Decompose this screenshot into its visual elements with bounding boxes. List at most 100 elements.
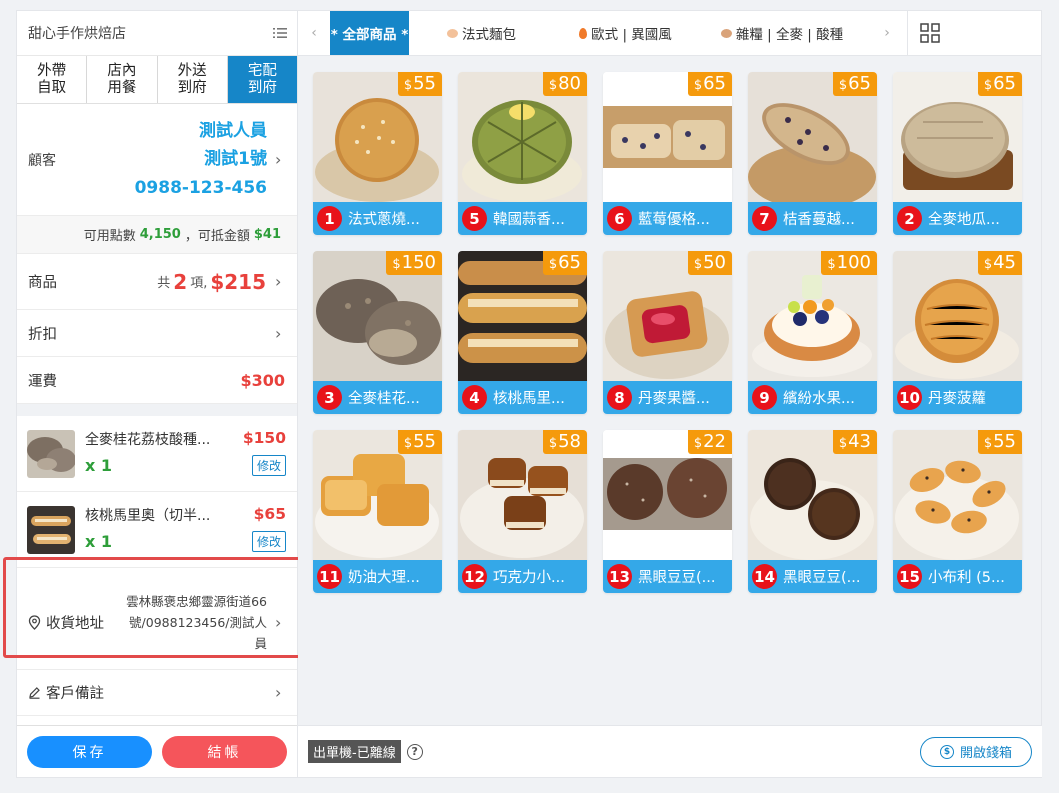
cart-item[interactable]: 全麥桂花荔枝酸種... x 1 $150 修改: [17, 416, 297, 492]
product-price: 45: [993, 252, 1016, 273]
price-tag: $22: [687, 430, 732, 454]
product-price: 55: [413, 73, 436, 94]
product-card[interactable]: $43 14 黑眼豆豆(...: [748, 430, 877, 593]
product-card[interactable]: $55 11 奶油大理...: [313, 430, 442, 593]
cart-item-edit-button[interactable]: 修改: [251, 530, 286, 552]
product-label-bar: 14 黑眼豆豆(...: [748, 560, 877, 593]
cart-item-name: 核桃馬里奧（切半...: [85, 507, 211, 524]
product-card[interactable]: $150 3 全麥桂花...: [313, 251, 442, 414]
customer-name-line2: 測試1號: [204, 148, 267, 169]
section-divider: [17, 404, 297, 416]
price-tag: $45: [977, 251, 1022, 275]
grid-icon: [919, 23, 940, 43]
shipping-label: 運費: [28, 373, 57, 390]
order-type-home-delivery[interactable]: 宅配 到府: [227, 56, 297, 103]
open-cash-drawer-button[interactable]: $ 開啟錢箱: [920, 736, 1032, 767]
product-label-bar: 4 核桃馬里...: [458, 381, 587, 414]
currency-symbol: $: [392, 257, 401, 272]
currency-symbol: $: [548, 78, 558, 93]
product-price: 100: [836, 252, 871, 273]
product-label-bar: 7 桔香蔓越...: [748, 202, 877, 235]
product-name: 丹麥菠蘿: [928, 391, 986, 407]
product-card[interactable]: $22 13 黑眼豆豆(...: [603, 430, 732, 593]
product-name: 法式蔥燒...: [348, 212, 420, 228]
product-card[interactable]: $55 15 小布利 (5...: [893, 430, 1022, 593]
product-card[interactable]: $50 8 丹麥果醬...: [603, 251, 732, 414]
price-tag: $65: [977, 72, 1022, 96]
chevron-right-icon[interactable]: ›: [867, 11, 907, 55]
tab-french-bread[interactable]: 法式麵包: [409, 11, 554, 55]
product-card[interactable]: $65 6 藍莓優格...: [603, 72, 732, 235]
price-tag: $43: [832, 430, 877, 454]
order-type-delivery[interactable]: 外送 到府: [158, 56, 228, 103]
product-label-bar: 9 繽紛水果...: [748, 381, 877, 414]
discount-label: 折扣: [28, 326, 57, 343]
product-number-badge: 10: [897, 385, 922, 410]
product-card[interactable]: $65 2 全麥地瓜...: [893, 72, 1022, 235]
product-name: 繽紛水果...: [783, 391, 855, 407]
tab-grain-sourdough[interactable]: 雜糧 | 全麥 | 酸種: [697, 11, 867, 55]
points-label: 可用點數: [83, 229, 136, 244]
goods-row[interactable]: 商品 共 2 項, $215 ›: [17, 254, 297, 310]
cart-item-thumbnail: [27, 429, 75, 478]
product-price: 150: [401, 252, 436, 273]
tab-label: 法式麵包: [462, 27, 516, 43]
product-label-bar: 3 全麥桂花...: [313, 381, 442, 414]
order-type-selector: 外帶 自取 店內 用餐 外送 到府 宅配 到府: [17, 56, 297, 104]
chevron-right-icon: ›: [275, 323, 282, 343]
product-card[interactable]: $55 1 法式蔥燒...: [313, 72, 442, 235]
price-tag: $65: [832, 72, 877, 96]
price-tag: $150: [386, 251, 442, 275]
customer-row[interactable]: 顧客 測試人員 測試1號 0988-123-456 ›: [17, 104, 297, 216]
chevron-right-icon: ›: [275, 272, 282, 291]
product-card[interactable]: $58 12 巧克力小...: [458, 430, 587, 593]
product-price: 55: [413, 431, 436, 452]
currency-symbol: $: [983, 257, 993, 272]
currency-symbol: $: [838, 436, 848, 451]
tab-all-products[interactable]: * 全部商品 *: [330, 11, 409, 55]
customer-label: 顧客: [28, 152, 56, 169]
shipping-amount: $300: [240, 370, 285, 390]
cart-item[interactable]: 核桃馬里奧（切半... x 1 $65 修改: [17, 492, 297, 568]
checkout-button[interactable]: 結帳: [162, 735, 287, 768]
tab-european-style[interactable]: 歐式 | 異國風: [554, 11, 697, 55]
category-tabs: ‹ * 全部商品 * 法式麵包 歐式 | 異國風 雜糧 | 全麥 | 酸種 ›: [298, 11, 1041, 56]
cart-item-edit-button[interactable]: 修改: [251, 454, 286, 476]
product-name: 全麥桂花...: [348, 391, 420, 407]
grid-view-button[interactable]: [907, 11, 951, 55]
price-tag: $55: [977, 430, 1022, 454]
product-number-badge: 3: [317, 385, 342, 410]
list-icon[interactable]: [273, 27, 287, 39]
order-type-dine-in[interactable]: 店內 用餐: [87, 56, 158, 103]
goods-summary: 共 2 項, $215 ›: [157, 270, 285, 294]
product-name: 桔香蔓越...: [783, 212, 855, 228]
product-number-badge: 4: [462, 385, 487, 410]
tab-label: 雜糧 | 全麥 | 酸種: [735, 27, 844, 43]
save-button[interactable]: 保存: [27, 735, 152, 768]
product-card[interactable]: $100 9 繽紛水果...: [748, 251, 877, 414]
currency-symbol: $: [838, 78, 848, 93]
egg-icon: [720, 28, 732, 38]
price-tag: $58: [542, 430, 587, 454]
address-row[interactable]: 收貨地址 雲林縣褒忠鄉靈源街道66號/0988123456/測試人員 ›: [17, 575, 297, 670]
product-label-bar: 6 藍莓優格...: [603, 202, 732, 235]
product-label-bar: 10 丹麥菠蘿: [893, 381, 1022, 414]
product-label-bar: 12 巧克力小...: [458, 560, 587, 593]
product-label-bar: 13 黑眼豆豆(...: [603, 560, 732, 593]
chevron-left-icon[interactable]: ‹: [298, 11, 330, 55]
help-icon[interactable]: ?: [406, 743, 423, 760]
product-card[interactable]: $65 7 桔香蔓越...: [748, 72, 877, 235]
cart-item-thumbnail: [27, 505, 75, 554]
product-number-badge: 6: [607, 206, 632, 231]
note-label-group: 客戶備註: [28, 682, 104, 703]
product-card[interactable]: $80 5 韓國蒜香...: [458, 72, 587, 235]
product-card[interactable]: $45 10 丹麥菠蘿: [893, 251, 1022, 414]
product-card[interactable]: $65 4 核桃馬里...: [458, 251, 587, 414]
customer-note-row[interactable]: 客戶備註 ›: [17, 670, 297, 716]
product-label-bar: 8 丹麥果醬...: [603, 381, 732, 414]
tab-label: * 全部商品 *: [330, 27, 409, 43]
tab-label: 歐式 | 異國風: [591, 27, 672, 43]
product-name: 奶油大理...: [348, 570, 420, 586]
order-type-takeout[interactable]: 外帶 自取: [17, 56, 88, 103]
discount-row[interactable]: 折扣 ›: [17, 310, 297, 357]
